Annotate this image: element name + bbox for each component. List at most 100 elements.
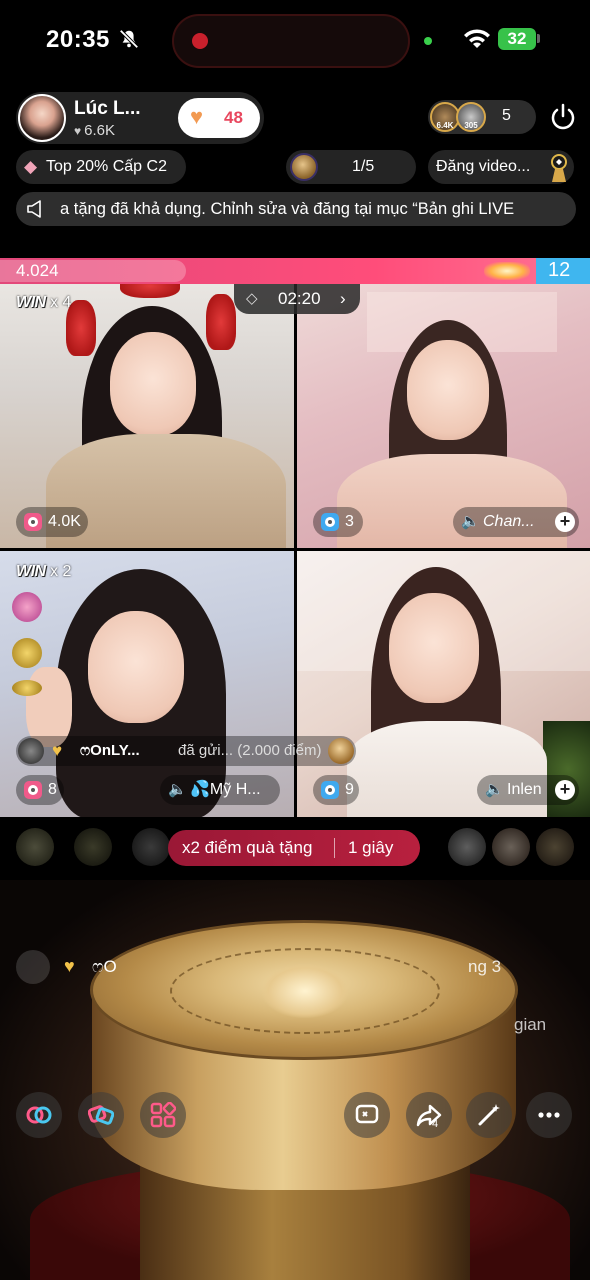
camera-icon (24, 781, 42, 799)
dynamic-island[interactable] (172, 14, 410, 68)
video-promo-label: Đăng video... (436, 158, 531, 175)
battle-button[interactable] (78, 1092, 124, 1138)
bell-muted-icon (119, 29, 139, 49)
win-badge: WIN x 4 (16, 294, 71, 312)
tile-viewers: 4.0K (16, 507, 88, 537)
video-tile-4[interactable]: 9 🔈 Inlen + (297, 551, 590, 817)
megaphone-icon (27, 200, 41, 218)
win-label: WIN (16, 563, 46, 580)
win-badge: WIN x 2 (16, 563, 71, 581)
supporter-avatar[interactable] (132, 828, 170, 866)
announcement-banner[interactable]: a tặng đã khả dụng. Chỉnh sửa và đăng tạ… (16, 192, 576, 226)
wifi-icon (464, 29, 490, 48)
comment-text: gian (514, 1015, 547, 1034)
battery-tip (537, 34, 540, 43)
diamond-icon: ◆ (24, 157, 38, 176)
drum-progress-pill[interactable]: 1/5 (286, 150, 416, 184)
effects-button[interactable] (466, 1092, 512, 1138)
more-options-button[interactable] (526, 1092, 572, 1138)
camera-indicator-icon (424, 37, 432, 45)
viewer-count: 5 (502, 107, 511, 124)
status-bar: 20:35 32 (0, 0, 590, 80)
tile-viewer-count: 9 (345, 781, 354, 798)
diamond-icon: ◇ (246, 290, 258, 307)
battle-timer[interactable]: ◇ 02:20 › (234, 284, 360, 314)
tile-viewer-count: 3 (345, 513, 354, 530)
tile-viewer-count: 4.0K (48, 513, 81, 530)
host-name: Lúc L... (74, 98, 141, 119)
speaker-icon: 🔈 (168, 781, 187, 798)
viewer-avatar[interactable]: 305 (456, 102, 486, 132)
drum-star-icon (262, 964, 348, 1018)
score-right: 12 (548, 259, 571, 281)
viewers-pill[interactable]: 6.4K 305 5 (428, 100, 536, 134)
supporter-avatar[interactable] (16, 828, 54, 866)
video-tile-1[interactable]: WIN x 4 4.0K (0, 284, 294, 548)
host-gift-button[interactable]: ♥ 48 (178, 98, 260, 138)
host-avatar[interactable] (18, 94, 66, 142)
supporter-avatar[interactable] (492, 828, 530, 866)
sender-name: ෆOnLY... (80, 742, 140, 759)
battle-icon (88, 1105, 114, 1125)
grid-icon (150, 1102, 176, 1128)
sender-avatar (18, 738, 44, 764)
gift-count: 48 (224, 108, 243, 127)
tile-viewers: 3 (313, 507, 363, 537)
link-guest-button[interactable] (16, 1092, 62, 1138)
camera-icon (321, 781, 339, 799)
comment-button[interactable] (344, 1092, 390, 1138)
share-button[interactable]: 4 (406, 1092, 452, 1138)
video-promo-pill[interactable]: Đăng video... (428, 150, 574, 184)
guest-name: Inlen (507, 781, 542, 798)
divider (334, 838, 335, 858)
score-left: 4.024 (16, 261, 59, 280)
message-icon (355, 1104, 379, 1124)
comment-text: ng 3 (468, 957, 502, 976)
supporter-avatar[interactable] (448, 828, 486, 866)
supporter-avatar[interactable] (536, 828, 574, 866)
level-label: Top 20% Cấp C2 (46, 158, 167, 175)
drum-icon (290, 153, 318, 181)
magic-wand-icon (478, 1104, 500, 1126)
lantern-decoration (206, 294, 236, 350)
recording-icon (192, 33, 208, 49)
host-face (110, 332, 196, 436)
multiplier-pill: x2 điểm quà tặng 1 giây (168, 830, 420, 866)
spark-icon (484, 262, 530, 280)
follow-plus-icon[interactable]: + (555, 780, 575, 800)
gift-message: ♥ ෆOnLY... đã gửi... (2.000 điểm) (16, 736, 356, 766)
supporter-avatar[interactable] (74, 828, 112, 866)
chevron-right-icon: › (340, 289, 346, 308)
gift-text: đã gửi... (2.000 điểm) (178, 736, 321, 766)
battle-score-bar: 4.024 12 (0, 258, 590, 284)
speaker-icon: 🔈 (461, 513, 480, 530)
guest-name-pill[interactable]: 🔈 💦Mỹ H... (160, 775, 280, 805)
timer-text: 02:20 (278, 289, 321, 308)
win-label: WIN (16, 294, 46, 311)
medal-icon (12, 680, 42, 696)
guest-hand (26, 667, 72, 747)
win-count: x 2 (50, 563, 72, 580)
drum-icon (328, 738, 354, 764)
heart-icon: ♥ (52, 741, 63, 760)
video-tile-2[interactable]: 3 🔈 Chan... + (297, 284, 590, 548)
guest-face (88, 611, 184, 723)
level-pill[interactable]: ◆ Top 20% Cấp C2 (16, 150, 186, 184)
guest-name-pill[interactable]: 🔈 Inlen + (477, 775, 579, 805)
video-tile-3[interactable]: WIN x 2 8 🔈 💦Mỹ H... (0, 551, 294, 817)
heart-icon: ♥ (64, 956, 75, 976)
heart-icon: ♥ (74, 124, 82, 138)
viewer-score: 305 (464, 121, 478, 130)
more-features-button[interactable] (140, 1092, 186, 1138)
guest-face (389, 593, 479, 703)
power-icon[interactable] (548, 102, 578, 132)
host-likes: ♥ 6.6K (74, 122, 115, 139)
follow-plus-icon[interactable]: + (555, 512, 575, 532)
comment-user: ෆO (92, 957, 117, 976)
tile-viewer-count: 8 (48, 781, 57, 798)
drum-progress: 1/5 (352, 158, 375, 175)
camera-icon (321, 513, 339, 531)
link-icon (26, 1106, 52, 1124)
guest-name-pill[interactable]: 🔈 Chan... + (453, 507, 579, 537)
more-dots-icon (538, 1112, 560, 1118)
